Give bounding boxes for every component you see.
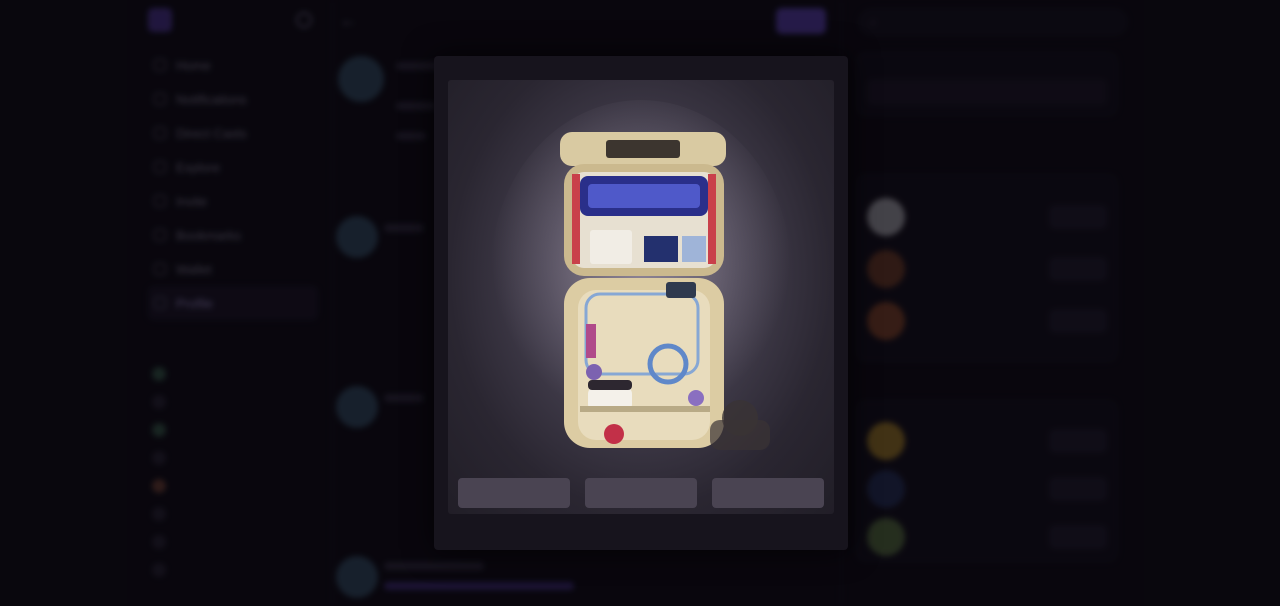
frame-button-left[interactable] [458, 478, 570, 508]
arcade-machine-illustration [491, 100, 791, 450]
frame-button-play[interactable] [585, 478, 697, 508]
frame-modal [434, 56, 848, 550]
frame-image[interactable] [448, 80, 834, 514]
frame-button-right[interactable] [712, 478, 824, 508]
frame-button-bar [448, 472, 834, 514]
